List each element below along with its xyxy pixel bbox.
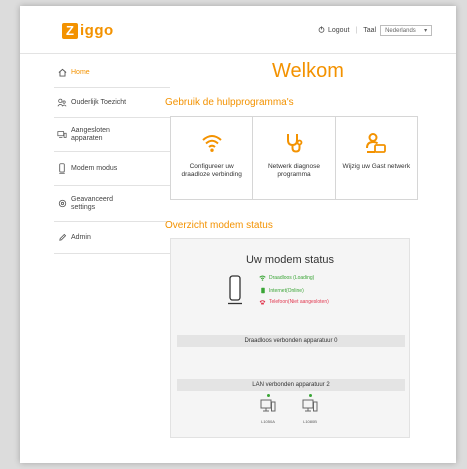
devices-icon — [56, 130, 68, 139]
device-label: L1080B — [303, 419, 317, 424]
tool-tile-guest-network[interactable]: Wijzig uw Gast netwerk — [334, 116, 418, 200]
sidebar: Home Ouderlijk Toezicht Aangesloten appa… — [54, 58, 170, 254]
device-label: L1050A — [261, 419, 275, 424]
sidebar-item-admin[interactable]: Admin — [54, 222, 170, 254]
modem-device-icon — [227, 275, 243, 310]
lan-device[interactable]: L1080B — [297, 394, 323, 424]
status-label: Telefoon(Niet aangesloten) — [269, 299, 329, 305]
sidebar-item-label: Aangesloten apparaten — [71, 126, 110, 142]
lan-device[interactable]: L1050A — [255, 394, 281, 424]
tool-label: Wijzig uw Gast netwerk — [342, 163, 411, 170]
wireless-status-icon — [259, 275, 266, 281]
status-row-internet: Internet(Online) — [259, 287, 304, 294]
sidebar-item-label: Modem modus — [71, 165, 118, 172]
header: Z iggo Logout | Taal Nederlands ▾ — [20, 6, 456, 54]
language-select[interactable]: Nederlands ▾ — [380, 25, 433, 36]
status-section-title: Overzicht modem status — [165, 220, 273, 231]
sidebar-item-label: Home — [71, 69, 90, 76]
tool-tile-diagnostics[interactable]: Netwerk diagnose programma — [252, 116, 336, 200]
sidebar-item-home[interactable]: Home — [54, 58, 170, 88]
logo-text: iggo — [80, 22, 114, 39]
language-value: Nederlands — [385, 28, 416, 34]
parental-control-icon — [56, 98, 68, 107]
status-label: Internet(Online) — [269, 287, 304, 294]
sidebar-item-modem-modus[interactable]: Modem modus — [54, 152, 170, 186]
language-label: Taal — [363, 27, 377, 34]
sidebar-item-ouderlijk-toezicht[interactable]: Ouderlijk Toezicht — [54, 88, 170, 118]
status-label: Draadloos (Loading) — [269, 275, 315, 281]
tools-section-title: Gebruik de hulpprogramma's — [165, 97, 294, 108]
online-indicator — [308, 394, 312, 397]
sidebar-item-label: Ouderlijk Toezicht — [71, 99, 127, 106]
status-row-wireless: Draadloos (Loading) — [259, 275, 314, 281]
computer-icon — [302, 399, 318, 418]
tool-label: Configureer uw draadloze verbinding — [181, 163, 242, 178]
home-icon — [56, 68, 68, 77]
stethoscope-icon — [284, 131, 304, 155]
logout-icon[interactable] — [318, 26, 325, 35]
online-indicator — [266, 394, 270, 397]
status-row-telefoon: Telefoon(Niet aangesloten) — [259, 299, 329, 305]
wireless-devices-bar[interactable]: Draadloos verbonden apparatuur 0 — [177, 335, 405, 347]
pencil-icon — [56, 233, 68, 242]
lan-devices-bar[interactable]: LAN verbonden apparatuur 2 — [177, 379, 405, 391]
modem-status-title: Uw modem status — [245, 254, 335, 266]
app-window: Z iggo Logout | Taal Nederlands ▾ Home O… — [20, 6, 456, 463]
tools-grid: Configureer uw draadloze verbinding Netw… — [170, 116, 418, 200]
wifi-icon — [201, 131, 223, 155]
modem-icon — [56, 163, 68, 174]
chevron-down-icon: ▾ — [424, 28, 428, 34]
sidebar-item-aangesloten-apparaten[interactable]: Aangesloten apparaten — [54, 118, 170, 152]
page-title: Welkom — [272, 60, 344, 82]
tool-label: Netwerk diagnose programma — [267, 163, 320, 178]
sidebar-item-label: Admin — [71, 234, 91, 241]
internet-status-icon — [259, 287, 266, 294]
computer-icon — [260, 399, 276, 418]
guest-network-icon — [365, 131, 387, 155]
settings-icon — [56, 199, 68, 208]
logout-link[interactable]: Logout — [328, 27, 349, 34]
header-controls: Logout | Taal Nederlands ▾ — [318, 25, 433, 36]
modem-status-panel: Uw modem status Draadloos (Loading) Inte… — [170, 238, 410, 438]
sidebar-item-geavanceerd-settings[interactable]: Geavanceerd settings — [54, 186, 170, 222]
logo-mark: Z — [62, 22, 78, 39]
header-divider: | — [355, 27, 358, 34]
phone-status-icon — [259, 299, 266, 305]
ziggo-logo[interactable]: Z iggo — [62, 22, 114, 39]
tool-tile-wireless[interactable]: Configureer uw draadloze verbinding — [170, 116, 254, 200]
sidebar-item-label: Geavanceerd settings — [71, 195, 114, 211]
